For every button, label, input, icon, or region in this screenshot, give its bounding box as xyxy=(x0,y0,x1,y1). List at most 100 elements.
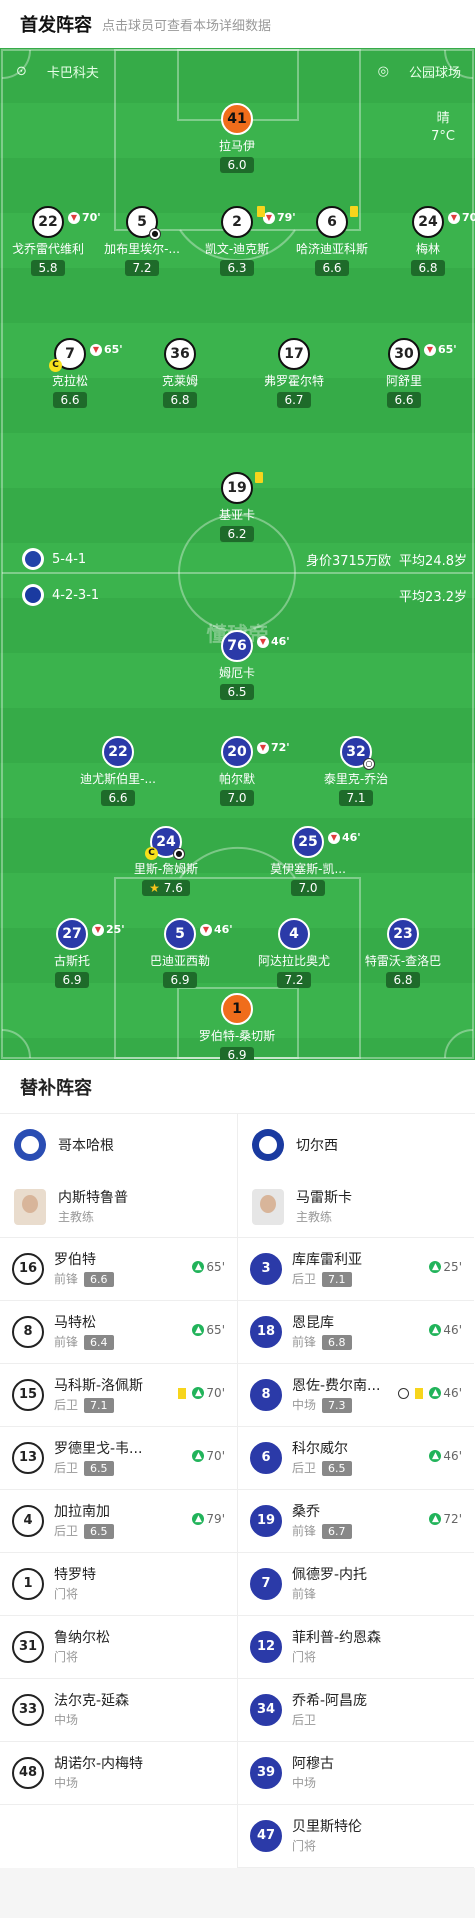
temperature: 7°C xyxy=(431,129,455,144)
sub-player-row[interactable]: 34 乔希-阿昌庞 后卫 xyxy=(238,1679,474,1742)
sub-player-row[interactable]: 12 菲利普-约恩森 门将 xyxy=(238,1616,474,1679)
player-name: 菲利普-约恩森 xyxy=(292,1630,382,1646)
player-position-row: 中场 xyxy=(54,1774,143,1792)
away-team-header[interactable]: 切尔西 xyxy=(238,1114,474,1176)
player-position: 门将 xyxy=(292,1650,317,1664)
goal-ball-icon: ● xyxy=(149,228,161,240)
sub-player-row[interactable]: 15 马科斯-洛佩斯 后卫 7.1 ▲ 70' xyxy=(0,1364,237,1427)
away-player-76[interactable]: 76 ▼ 46' 姆厄卡 6.5 xyxy=(177,630,297,700)
player-rating: ★ 7.6 xyxy=(142,880,190,896)
weather: 晴 7°C xyxy=(431,110,455,146)
sub-player-row[interactable]: 6 科尔威尔 后卫 6.5 ▲ 46' xyxy=(238,1427,474,1490)
shirt-number: 8 xyxy=(12,1316,44,1348)
coach-name: 内斯特鲁普 xyxy=(58,1189,128,1206)
player-name: 阿达拉比奥尤 xyxy=(257,954,330,968)
sub-on-icon: ▲ xyxy=(429,1324,442,1336)
sub-on-indicator: ▲ 46' xyxy=(429,1449,462,1463)
player-rating: 7.1 xyxy=(339,790,373,806)
sub-player-row[interactable]: 1 特罗特 门将 xyxy=(0,1553,237,1616)
sub-off-indicator: ▼ 72' xyxy=(257,734,290,762)
away-player-27[interactable]: 27 ▼ 25' 古斯托 6.9 xyxy=(12,918,132,988)
shirt-number: 47 xyxy=(250,1820,282,1852)
home-player-7[interactable]: 7 ▼ 65' C 克拉松 6.6 xyxy=(10,338,130,408)
sub-player-row[interactable]: 39 阿穆古 中场 xyxy=(238,1742,474,1805)
stadium-icon: ◎ xyxy=(377,64,389,79)
sub-player-row[interactable]: 31 鲁纳尔松 门将 xyxy=(0,1616,237,1679)
captain-icon: C xyxy=(49,359,62,372)
home-player-30[interactable]: 30 ▼ 65' 阿舒里 6.6 xyxy=(344,338,464,408)
away-player-25[interactable]: 25 ▼ 46' 莫伊塞斯-凯... 7.0 xyxy=(248,826,368,896)
away-player-1[interactable]: 1 罗伯特-桑切斯 6.9 xyxy=(177,993,297,1060)
sub-player-row[interactable]: 3 库库雷利亚 后卫 7.1 ▲ 25' xyxy=(238,1238,474,1301)
player-name: 乔希-阿昌庞 xyxy=(292,1693,368,1709)
player-rating: 6.5 xyxy=(84,1523,114,1539)
sub-player-row[interactable]: 8 马特松 前锋 6.4 ▲ 65' xyxy=(0,1301,237,1364)
player-name: 特雷沃-查洛巴 xyxy=(364,954,442,968)
player-name: 姆厄卡 xyxy=(218,666,255,680)
away-player-4[interactable]: 4 阿达拉比奥尤 7.2 xyxy=(234,918,354,988)
sub-player-row[interactable]: 7 佩德罗-内托 前锋 xyxy=(238,1553,474,1616)
away-player-22[interactable]: 22 迪尤斯伯里-... 6.6 xyxy=(58,736,178,806)
player-rating: 6.8 xyxy=(386,972,420,988)
sub-player-row[interactable]: 16 罗伯特 前锋 6.6 ▲ 65' xyxy=(0,1238,237,1301)
sub-on-icon: ▲ xyxy=(429,1387,442,1399)
home-player-36[interactable]: 36 克莱姆 6.8 xyxy=(120,338,240,408)
shirt-number: 41 xyxy=(221,103,253,135)
sub-off-indicator: ▼ 46' xyxy=(200,916,233,944)
weather-condition: 晴 xyxy=(436,111,450,126)
shirt-number: 24 ▼70' xyxy=(412,206,475,238)
sub-player-row[interactable]: 33 法尔克-延森 中场 xyxy=(0,1679,237,1742)
away-player-24[interactable]: 24 ● C 里斯-詹姆斯 ★ 7.6 xyxy=(106,826,226,896)
player-rating: 6.5 xyxy=(322,1460,352,1476)
home-team-header[interactable]: 哥本哈根 xyxy=(0,1114,237,1176)
shirt-number: 27 ▼ 25' xyxy=(56,918,125,950)
shirt-number: 1 xyxy=(221,993,253,1025)
away-coach[interactable]: 马雷斯卡 主教练 xyxy=(238,1176,474,1238)
player-position: 前锋 xyxy=(292,1587,317,1601)
sub-player-row[interactable]: 18 恩昆库 前锋 6.8 ▲ 46' xyxy=(238,1301,474,1364)
player-name: 加拉南加 xyxy=(54,1504,110,1520)
shirt-number: 32 ○ xyxy=(340,736,375,770)
coach-avatar xyxy=(14,1188,46,1225)
shirt-number: 39 xyxy=(250,1757,282,1789)
yellow-card-icon xyxy=(255,472,263,483)
shirt-number: 15 xyxy=(12,1379,44,1411)
player-position-row: 后卫 6.5 xyxy=(54,1459,142,1477)
sub-player-row[interactable]: 13 罗德里戈-韦... 后卫 6.5 ▲ 70' xyxy=(0,1427,237,1490)
sub-player-row[interactable]: 8 恩佐-费尔南... 中场 7.3 ▲ 46' xyxy=(238,1364,474,1427)
sub-on-indicator: ▲ 65' xyxy=(192,1323,225,1337)
player-name: 胡诺尔-内梅特 xyxy=(54,1756,144,1772)
home-player-17[interactable]: 17 弗罗霍尔特 6.7 xyxy=(234,338,354,408)
player-name: 鲁纳尔松 xyxy=(54,1630,110,1646)
yellow-card-icon xyxy=(350,206,358,217)
sub-off-icon: ▼ xyxy=(448,212,460,224)
player-position: 中场 xyxy=(292,1776,317,1790)
sub-off-icon: ▼ xyxy=(257,742,269,754)
away-player-23[interactable]: 23 特雷沃-查洛巴 6.8 xyxy=(343,918,463,988)
away-player-5[interactable]: 5 ▼ 46' 巴迪亚西勒 6.9 xyxy=(120,918,240,988)
sub-player-row[interactable]: 19 桑乔 前锋 6.7 ▲ 72' xyxy=(238,1490,474,1553)
home-coach[interactable]: 内斯特鲁普 主教练 xyxy=(0,1176,237,1238)
away-player-20[interactable]: 20 ▼ 72' 帕尔默 7.0 xyxy=(177,736,297,806)
player-position: 门将 xyxy=(54,1587,79,1601)
home-subs-column: 哥本哈根 内斯特鲁普 主教练 16 罗伯特 前锋 6.6 ▲ 65' 8 马特松 前锋 6.4 ▲ 6… xyxy=(0,1114,237,1868)
player-name: 罗伯特-桑切斯 xyxy=(198,1029,276,1043)
player-name: 弗罗霍尔特 xyxy=(263,374,324,388)
shirt-number: 36 xyxy=(164,338,196,370)
player-rating: 6.7 xyxy=(322,1523,352,1539)
home-player-19[interactable]: 19 基亚卡 6.2 xyxy=(177,472,297,542)
sub-player-row[interactable]: 47 贝里斯特伦 门将 xyxy=(238,1805,474,1868)
player-name: 巴迪亚西勒 xyxy=(149,954,210,968)
home-player-41[interactable]: 41 拉马伊 6.0 xyxy=(177,103,297,173)
player-name: 佩德罗-内托 xyxy=(292,1567,368,1583)
player-rating: 7.0 xyxy=(291,880,325,896)
sub-off-icon: ▼ xyxy=(257,636,269,648)
player-rating: 6.6 xyxy=(84,1271,114,1287)
away-player-32[interactable]: 32 ○ 泰里克-乔治 7.1 xyxy=(296,736,416,806)
player-name: 莫伊塞斯-凯... xyxy=(270,862,346,876)
sub-on-indicator: ▲ 46' xyxy=(429,1323,462,1337)
sub-player-row[interactable]: 4 加拉南加 后卫 6.5 ▲ 79' xyxy=(0,1490,237,1553)
home-player-24[interactable]: 24 ▼70' 梅林 6.8 xyxy=(368,206,475,276)
sub-player-row[interactable]: 48 胡诺尔-内梅特 中场 xyxy=(0,1742,237,1805)
player-position-row: 前锋 6.6 xyxy=(54,1270,114,1288)
